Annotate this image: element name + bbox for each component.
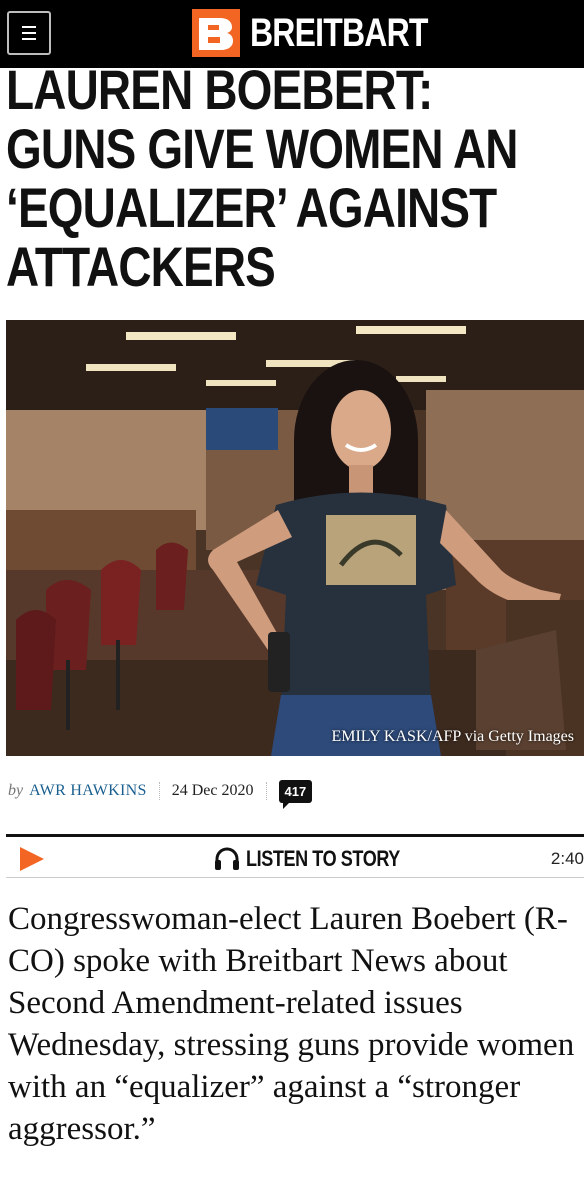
article-photo[interactable]: EMILY KASK/AFP via Getty Images xyxy=(6,320,584,756)
breitbart-b-logo-icon xyxy=(192,9,240,57)
byline-prefix: by xyxy=(8,782,24,799)
hamburger-menu-icon[interactable] xyxy=(7,11,51,55)
brand-logo[interactable]: BREITBART xyxy=(192,9,472,57)
headline-container: LAUREN BOEBERT: GUNS GIVE WOMEN AN ‘EQUA… xyxy=(0,68,584,318)
article-headline: LAUREN BOEBERT: GUNS GIVE WOMEN AN ‘EQUA… xyxy=(6,68,518,298)
audio-duration: 2:40 xyxy=(550,849,584,868)
listen-to-story-bar: LISTEN TO STORY 2:40 xyxy=(6,834,584,878)
brand-name: BREITBART xyxy=(250,11,428,55)
photo-caption: EMILY KASK/AFP via Getty Images xyxy=(331,728,574,745)
article-lead-paragraph: Congresswoman-elect Lauren Boebert (R-CO… xyxy=(8,901,575,1147)
listen-label: LISTEN TO STORY xyxy=(246,846,400,871)
headphones-icon xyxy=(215,847,239,870)
listen-to-story-button[interactable]: LISTEN TO STORY xyxy=(214,843,434,875)
site-header: BREITBART xyxy=(0,0,584,68)
byline: by AWR HAWKINS 24 Dec 2020 417 xyxy=(8,776,313,809)
author-link[interactable]: AWR HAWKINS xyxy=(29,782,160,800)
comment-count-badge[interactable]: 417 xyxy=(278,779,313,809)
publish-date: 24 Dec 2020 xyxy=(160,782,267,800)
play-icon[interactable] xyxy=(20,847,44,871)
